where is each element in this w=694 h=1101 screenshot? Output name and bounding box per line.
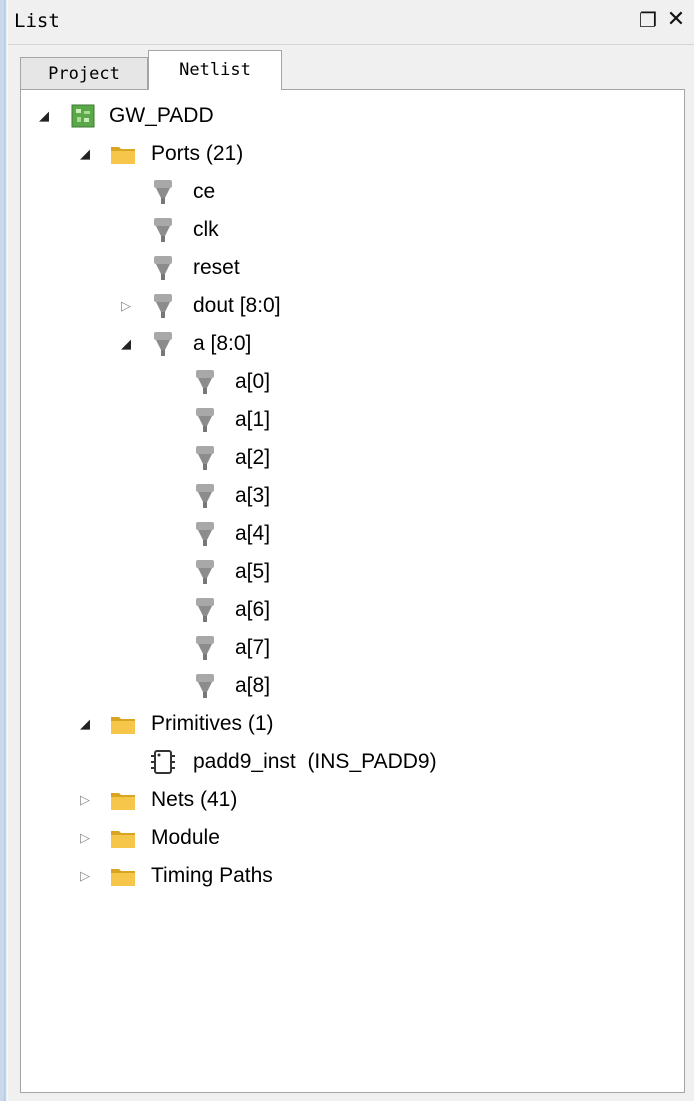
expand-arrow-icon[interactable]: ◢ [121, 334, 135, 354]
list-panel: List ❐ ✕ Project Netlist ◢ GW_PADD ◢ Por… [8, 0, 694, 1101]
module-chip-icon [69, 102, 97, 130]
tree-label: a[0] [235, 370, 271, 393]
collapse-arrow-icon[interactable]: ▷ [80, 790, 94, 810]
tree-label: a[4] [235, 522, 271, 545]
port-icon [191, 482, 219, 510]
port-icon [149, 254, 177, 282]
port-icon [191, 520, 219, 548]
folder-icon [109, 862, 137, 890]
tab-netlist[interactable]: Netlist [148, 50, 282, 90]
port-icon [149, 292, 177, 320]
port-icon [149, 178, 177, 206]
tab-project[interactable]: Project [20, 57, 148, 89]
tree-label: a[8] [235, 674, 271, 697]
close-icon[interactable]: ✕ [664, 8, 688, 32]
primitive-icon [149, 748, 177, 776]
folder-icon [109, 140, 137, 168]
port-icon [191, 596, 219, 624]
port-icon [149, 330, 177, 358]
tab-bar: Project Netlist [8, 44, 694, 90]
tree-label: a[5] [235, 560, 271, 583]
expand-arrow-icon[interactable]: ◢ [80, 144, 94, 164]
netlist-tree[interactable]: ◢ GW_PADD ◢ Ports (21) ce clk reset ▷ do… [20, 89, 685, 1093]
tree-label: a[6] [235, 598, 271, 621]
tree-label: a [8:0] [193, 332, 252, 355]
tree-label: a[7] [235, 636, 271, 659]
collapse-arrow-icon[interactable]: ▷ [121, 296, 135, 316]
panel-title: List [14, 10, 60, 32]
expand-arrow-icon[interactable]: ◢ [80, 714, 94, 734]
tree-label: reset [193, 256, 240, 279]
collapse-arrow-icon[interactable]: ▷ [80, 828, 94, 848]
tree-label: GW_PADD [109, 104, 214, 127]
tree-label: a[2] [235, 446, 271, 469]
tree-label: clk [193, 218, 219, 241]
dock-edge [0, 0, 8, 1101]
collapse-arrow-icon[interactable]: ▷ [80, 866, 94, 886]
port-icon [191, 406, 219, 434]
tree-label: Timing Paths [151, 864, 273, 887]
tree-label: ce [193, 180, 216, 203]
panel-titlebar: List ❐ ✕ [8, 0, 694, 45]
port-icon [191, 672, 219, 700]
port-icon [191, 368, 219, 396]
tree-label: a[3] [235, 484, 271, 507]
folder-icon [109, 710, 137, 738]
tree-label: a[1] [235, 408, 271, 431]
tree-label: Primitives (1) [151, 712, 274, 735]
float-window-icon[interactable]: ❐ [636, 8, 660, 32]
tree-label: padd9_inst (INS_PADD9) [193, 747, 437, 777]
primitive-name: padd9_inst [193, 750, 296, 773]
port-icon [191, 444, 219, 472]
expand-arrow-icon[interactable]: ◢ [39, 106, 53, 126]
primitive-type: (INS_PADD9) [307, 750, 437, 773]
port-icon [149, 216, 177, 244]
folder-icon [109, 824, 137, 852]
tree-label: Ports (21) [151, 142, 244, 165]
tree-label: Nets (41) [151, 788, 238, 811]
tree-label: Module [151, 826, 220, 849]
folder-icon [109, 786, 137, 814]
port-icon [191, 634, 219, 662]
port-icon [191, 558, 219, 586]
tree-label: dout [8:0] [193, 294, 281, 317]
